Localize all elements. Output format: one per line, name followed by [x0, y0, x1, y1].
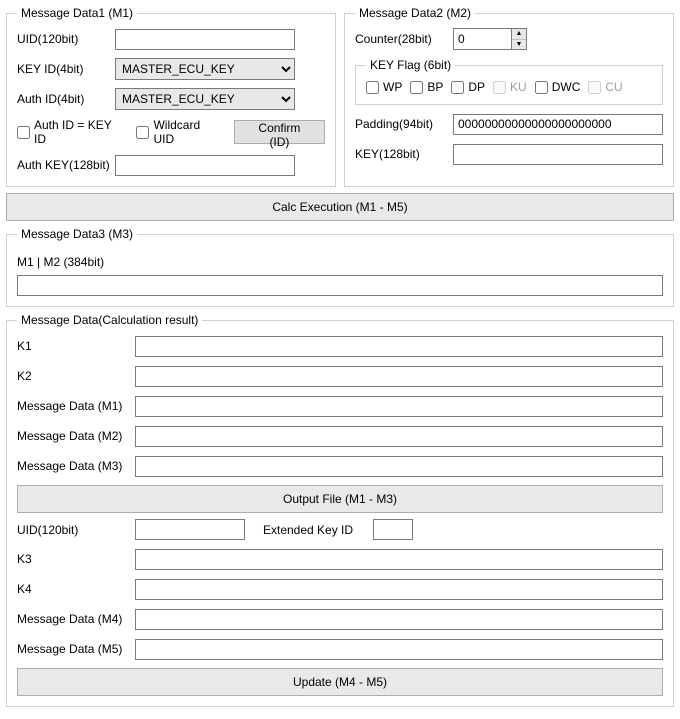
label-k4: K4: [17, 582, 135, 596]
label-key: KEY(128bit): [355, 147, 453, 161]
checkbox-authid-equals-keyid-input[interactable]: [17, 126, 30, 139]
spinner-up-icon[interactable]: ▲: [512, 29, 526, 40]
label-ext-keyid: Extended Key ID: [263, 523, 373, 537]
checkbox-cu: CU: [588, 80, 622, 94]
update-button[interactable]: Update (M4 - M5): [17, 668, 663, 696]
label-md2: Message Data (M2): [17, 429, 135, 443]
legend-m3: Message Data3 (M3): [17, 227, 137, 241]
input-uid[interactable]: [115, 29, 295, 50]
output-calc-uid[interactable]: [135, 519, 245, 540]
groupbox-calc-result: Message Data(Calculation result) K1 K2 M…: [6, 313, 674, 707]
label-md5: Message Data (M5): [17, 642, 135, 656]
output-md1[interactable]: [135, 396, 663, 417]
output-md3[interactable]: [135, 456, 663, 477]
legend-m2: Message Data2 (M2): [355, 6, 475, 20]
output-k4[interactable]: [135, 579, 663, 600]
label-md4: Message Data (M4): [17, 612, 135, 626]
label-authid: Auth ID(4bit): [17, 92, 115, 106]
label-k1: K1: [17, 339, 135, 353]
groupbox-m1: Message Data1 (M1) UID(120bit) KEY ID(4b…: [6, 6, 336, 187]
output-file-button[interactable]: Output File (M1 - M3): [17, 485, 663, 513]
checkbox-authid-equals-keyid[interactable]: Auth ID = KEY ID: [17, 118, 126, 146]
label-padding: Padding(94bit): [355, 117, 453, 131]
input-padding[interactable]: [453, 114, 663, 135]
calc-execution-button[interactable]: Calc Execution (M1 - M5): [6, 193, 674, 221]
label-k2: K2: [17, 369, 135, 383]
output-md2[interactable]: [135, 426, 663, 447]
label-counter: Counter(28bit): [355, 32, 453, 46]
checkbox-wildcard-uid-input[interactable]: [136, 126, 149, 139]
spinner-counter[interactable]: ▲ ▼: [453, 28, 527, 50]
spinner-down-icon[interactable]: ▼: [512, 40, 526, 50]
output-k1[interactable]: [135, 336, 663, 357]
output-k2[interactable]: [135, 366, 663, 387]
input-key[interactable]: [453, 144, 663, 165]
label-uid: UID(120bit): [17, 32, 115, 46]
legend-calc-result: Message Data(Calculation result): [17, 313, 202, 327]
confirm-id-button[interactable]: Confirm (ID): [234, 120, 325, 144]
output-k3[interactable]: [135, 549, 663, 570]
checkbox-bp[interactable]: BP: [410, 80, 443, 94]
label-keyid: KEY ID(4bit): [17, 62, 115, 76]
label-md1: Message Data (M1): [17, 399, 135, 413]
legend-keyflag: KEY Flag (6bit): [366, 58, 455, 72]
label-authkey: Auth KEY(128bit): [17, 158, 115, 172]
output-md4[interactable]: [135, 609, 663, 630]
input-authkey[interactable]: [115, 155, 295, 176]
select-keyid[interactable]: MASTER_ECU_KEY: [115, 58, 295, 80]
output-md5[interactable]: [135, 639, 663, 660]
input-counter[interactable]: [453, 28, 511, 50]
legend-m1: Message Data1 (M1): [17, 6, 137, 20]
groupbox-keyflag: KEY Flag (6bit) WP BP DP KU DWC CU: [355, 58, 663, 105]
checkbox-dwc[interactable]: DWC: [535, 80, 581, 94]
label-m1m2: M1 | M2 (384bit): [17, 255, 663, 269]
checkbox-wildcard-uid[interactable]: Wildcard UID: [136, 118, 223, 146]
select-authid[interactable]: MASTER_ECU_KEY: [115, 88, 295, 110]
label-md3: Message Data (M3): [17, 459, 135, 473]
groupbox-m2: Message Data2 (M2) Counter(28bit) ▲ ▼ KE…: [344, 6, 674, 187]
label-calc-uid: UID(120bit): [17, 523, 135, 537]
checkbox-dp[interactable]: DP: [451, 80, 485, 94]
label-k3: K3: [17, 552, 135, 566]
checkbox-wp[interactable]: WP: [366, 80, 402, 94]
input-m1m2[interactable]: [17, 275, 663, 296]
checkbox-ku: KU: [493, 80, 527, 94]
output-ext-keyid[interactable]: [373, 519, 413, 540]
groupbox-m3: Message Data3 (M3) M1 | M2 (384bit): [6, 227, 674, 307]
